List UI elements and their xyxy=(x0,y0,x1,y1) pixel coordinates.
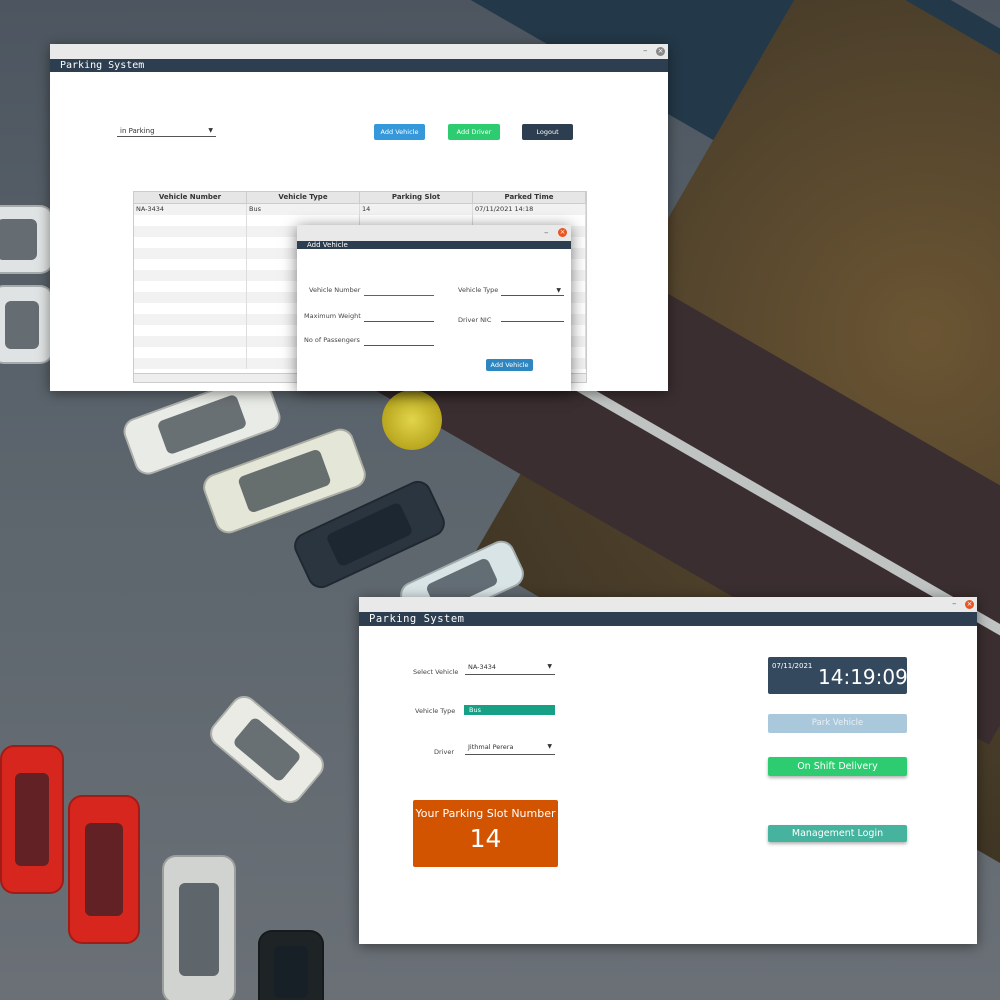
parking-slot-card: Your Parking Slot Number 14 xyxy=(413,800,558,867)
minimize-icon[interactable]: – xyxy=(544,228,549,238)
close-icon[interactable]: × xyxy=(965,600,974,609)
add-vehicle-dialog: – × Add Vehicle Vehicle Number Vehicle T… xyxy=(297,225,571,391)
car xyxy=(68,795,140,944)
vehicle-number-label: Vehicle Number xyxy=(309,286,361,294)
vehicle-type-value: Bus xyxy=(464,705,555,715)
dropdown-arrow-icon: ▼ xyxy=(208,127,213,134)
car xyxy=(258,930,324,1000)
maximum-weight-input[interactable] xyxy=(364,313,434,322)
dropdown-arrow-icon: ▼ xyxy=(547,663,552,670)
table-cell: 14 xyxy=(360,204,473,215)
select-vehicle-value: NA-3434 xyxy=(468,663,497,671)
dialog-header: Add Vehicle xyxy=(297,241,571,249)
dialog-title: Add Vehicle xyxy=(307,241,348,249)
park-vehicle-window: – × Parking System Select Vehicle NA-343… xyxy=(359,597,977,944)
close-icon[interactable]: × xyxy=(656,47,665,56)
car xyxy=(162,855,236,1000)
parking-filter-select[interactable]: in Parking ▼ xyxy=(117,127,216,137)
slot-caption: Your Parking Slot Number xyxy=(415,807,556,820)
car xyxy=(0,745,64,894)
table-cell: Bus xyxy=(247,204,360,215)
clock-date: 07/11/2021 xyxy=(772,662,813,670)
driver-select[interactable]: Jithmal Perera ▼ xyxy=(465,743,555,755)
vehicle-type-label: Vehicle Type xyxy=(415,707,456,715)
vehicle-type-label: Vehicle Type xyxy=(458,286,499,294)
app-header: Parking System xyxy=(359,612,977,626)
park-vehicle-button[interactable]: Park Vehicle xyxy=(768,714,907,733)
driver-nic-input[interactable] xyxy=(501,313,564,322)
no-of-passengers-label: No of Passengers xyxy=(304,336,360,344)
logout-button[interactable]: Logout xyxy=(522,124,573,140)
table-cell: 07/11/2021 14:18 xyxy=(473,204,586,215)
app-title: Parking System xyxy=(60,60,145,71)
no-of-passengers-input[interactable] xyxy=(364,337,434,346)
maximum-weight-label: Maximum Weight xyxy=(304,312,361,320)
slot-number: 14 xyxy=(469,824,502,853)
yellow-tree xyxy=(382,390,442,450)
table-cell: NA-3434 xyxy=(134,204,247,215)
close-icon[interactable]: × xyxy=(558,228,567,237)
on-shift-delivery-button[interactable]: On Shift Delivery xyxy=(768,757,907,776)
select-vehicle-label: Select Vehicle xyxy=(413,668,459,676)
minimize-icon[interactable]: – xyxy=(952,599,957,609)
add-vehicle-submit-button[interactable]: Add Vehicle xyxy=(486,359,533,371)
driver-nic-label: Driver NIC xyxy=(458,316,492,324)
column-header[interactable]: Vehicle Type xyxy=(247,192,360,203)
driver-label: Driver xyxy=(434,748,455,756)
vehicle-type-select[interactable]: ▼ xyxy=(501,287,564,296)
dropdown-arrow-icon: ▼ xyxy=(547,743,552,750)
vehicle-number-input[interactable] xyxy=(364,287,434,296)
table-row[interactable]: NA-3434 Bus 14 07/11/2021 14:18 xyxy=(134,204,586,215)
car xyxy=(0,205,54,274)
car xyxy=(204,690,330,809)
column-header[interactable]: Parking Slot xyxy=(360,192,473,203)
title-bar: – × xyxy=(50,44,668,59)
column-header[interactable]: Parked Time xyxy=(473,192,586,203)
driver-value: Jithmal Perera xyxy=(468,743,514,751)
column-header[interactable]: Vehicle Number xyxy=(134,192,247,203)
add-vehicle-button[interactable]: Add Vehicle xyxy=(374,124,425,140)
dropdown-arrow-icon: ▼ xyxy=(556,287,561,294)
app-title: Parking System xyxy=(369,613,465,625)
clock-time: 14:19:09 xyxy=(818,665,908,689)
car xyxy=(0,285,54,364)
management-login-button[interactable]: Management Login xyxy=(768,825,907,842)
app-header: Parking System xyxy=(50,59,668,72)
table-header: Vehicle Number Vehicle Type Parking Slot… xyxy=(134,192,586,204)
minimize-icon[interactable]: – xyxy=(643,46,648,56)
add-driver-button[interactable]: Add Driver xyxy=(448,124,500,140)
parking-filter-value: in Parking xyxy=(120,127,155,135)
dialog-title-bar: – × xyxy=(297,225,571,241)
select-vehicle-select[interactable]: NA-3434 ▼ xyxy=(465,663,555,675)
clock-panel: 07/11/2021 14:19:09 xyxy=(768,657,908,694)
title-bar: – × xyxy=(359,597,977,612)
